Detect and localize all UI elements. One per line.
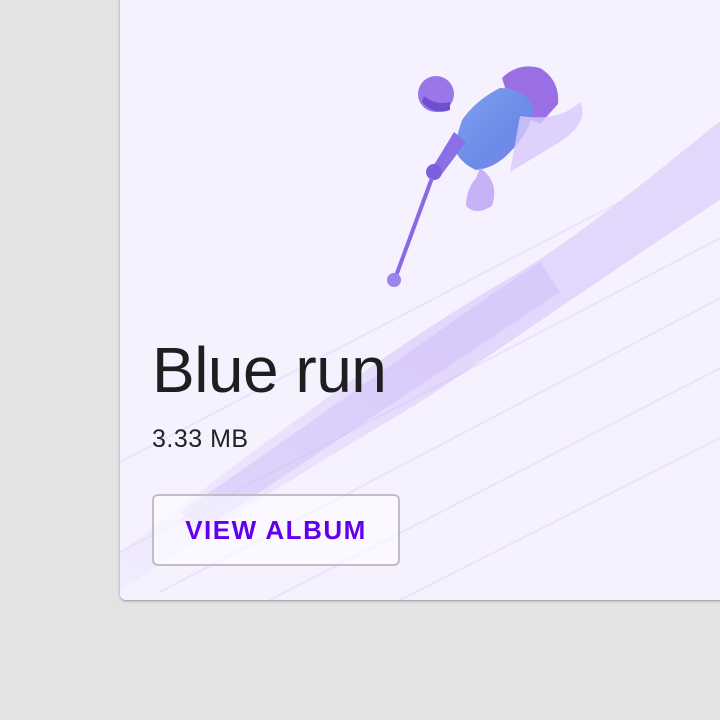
album-title: Blue run — [152, 334, 387, 406]
album-size: 3.33 MB — [152, 425, 249, 453]
view-album-button[interactable]: VIEW ALBUM — [152, 494, 400, 566]
album-card: Blue run 3.33 MB VIEW ALBUM — [120, 0, 720, 600]
